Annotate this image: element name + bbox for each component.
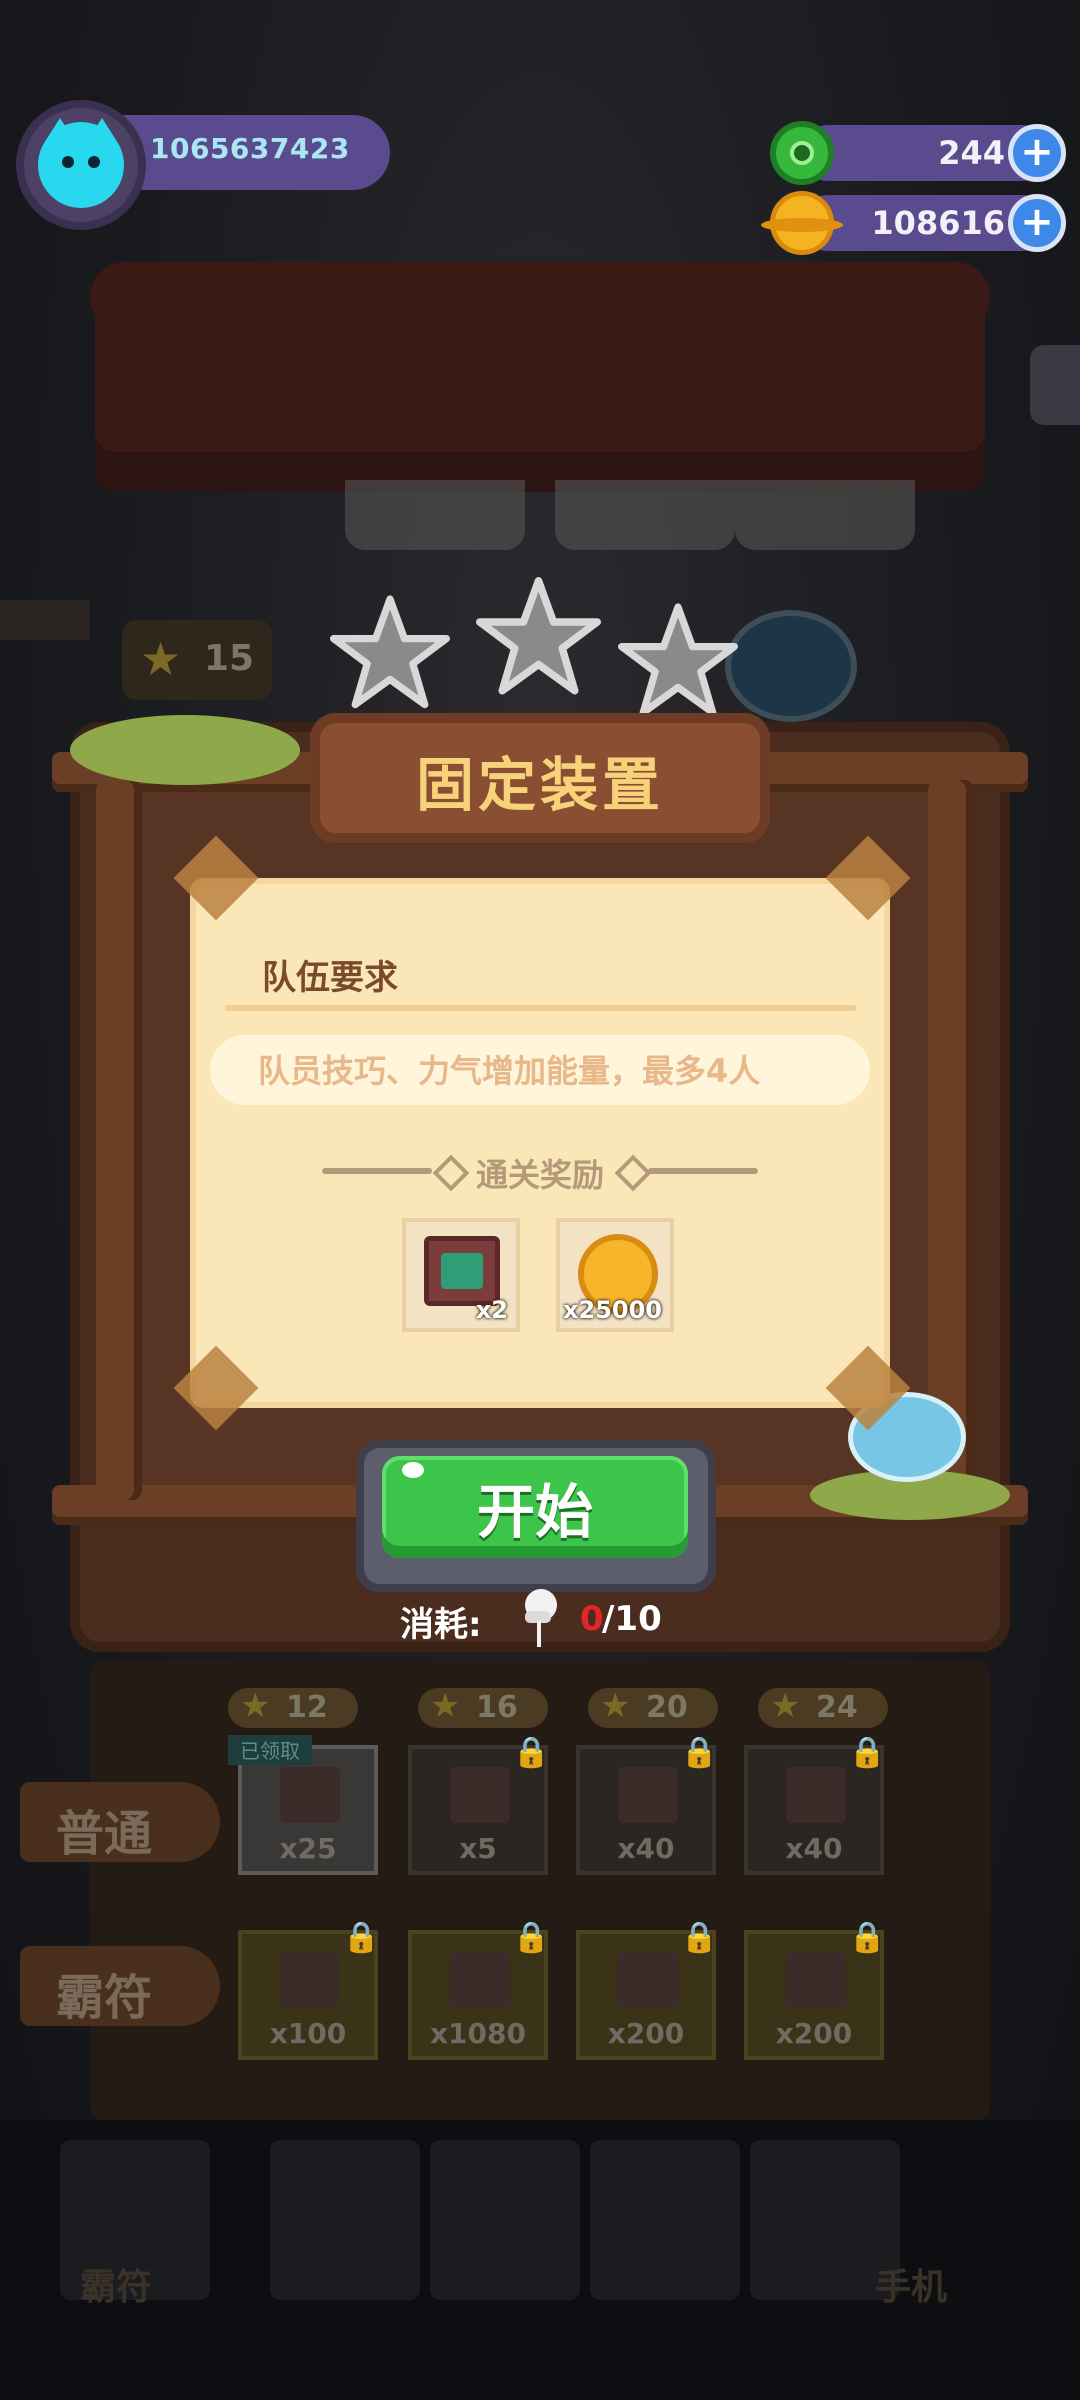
slot-qty: x25 (279, 1832, 337, 1865)
nav-item[interactable] (590, 2140, 740, 2300)
claimed-tag: 已领取 (228, 1735, 312, 1765)
dialog-title: 固定装置 (415, 751, 664, 819)
slot-qty: x1080 (430, 2017, 526, 2050)
right-post (928, 780, 974, 1500)
shop-roof (95, 262, 985, 492)
shelf (0, 600, 90, 640)
ticket-icon (280, 1767, 340, 1823)
consume-used: 0 (580, 1599, 604, 1639)
requirement-title: 队伍要求 (262, 958, 398, 998)
roof-curl-left (90, 262, 210, 332)
fishbowl-decor (725, 610, 857, 722)
rewards-line-right (648, 1168, 758, 1174)
slot-qty: x200 (775, 2017, 853, 2050)
reward-slot[interactable]: 🔒 x40 (576, 1735, 718, 1875)
gem-count: 244 (938, 134, 1005, 172)
slot-qty: x40 (785, 1832, 843, 1865)
tier-star-badge: ★ 12 (228, 1686, 358, 1728)
ticket-icon (786, 1952, 846, 2008)
tier-star-count: 20 (646, 1690, 688, 1725)
ticket-icon (786, 1767, 846, 1823)
moss-decor (70, 715, 300, 785)
start-button-label[interactable]: 开始 (382, 1465, 688, 1549)
nav-item[interactable] (270, 2140, 420, 2300)
tier-star-badge: ★ 20 (588, 1686, 718, 1728)
player-id: 1065637423 (150, 132, 350, 165)
tier-star-badge: ★ 16 (418, 1686, 548, 1728)
reward-item-coin[interactable]: x25000 (556, 1218, 674, 1332)
row-label-premium: 霸符 (20, 1946, 220, 2026)
lock-icon: 🔒 (512, 1735, 550, 1770)
nav-item[interactable] (430, 2140, 580, 2300)
reward-item-ticket[interactable]: x2 (402, 1218, 520, 1332)
nav-label-right[interactable]: 手机 (875, 2258, 947, 2310)
row-label-text: 霸符 (56, 1970, 153, 2026)
star-icon: ★ (140, 632, 182, 686)
tier-star-count: 16 (476, 1690, 518, 1725)
roof-curl-right (870, 262, 990, 332)
row-label-normal: 普通 (20, 1782, 220, 1862)
add-gems-button[interactable]: + (1008, 124, 1066, 182)
lock-icon: 🔒 (680, 1920, 718, 1955)
star-icon: ★ (600, 1686, 631, 1726)
slot-qty: x5 (459, 1832, 497, 1865)
awning-panel (735, 480, 915, 550)
avatar-eye (88, 156, 100, 168)
lock-icon: 🔒 (680, 1735, 718, 1770)
lock-icon: 🔒 (848, 1920, 886, 1955)
ticket-icon (618, 1952, 678, 2008)
requirement-desc: 队员技巧、力气增加能量，最多4人 (258, 1052, 761, 1090)
slot-qty: x100 (269, 2017, 347, 2050)
reward-slot[interactable]: 🔒 x1080 (408, 1920, 550, 2060)
reward-slot[interactable]: 🔒 x200 (744, 1920, 886, 2060)
lock-icon: 🔒 (512, 1920, 550, 1955)
star-empty-1 (330, 588, 450, 728)
avatar[interactable] (38, 118, 124, 208)
reward-slot[interactable]: 🔒 x100 (238, 1920, 380, 2060)
reward-qty: x25000 (563, 1296, 662, 1324)
reward-slot[interactable]: 🔒 x200 (576, 1920, 718, 2060)
lock-icon: 🔒 (342, 1920, 380, 1955)
reward-slot[interactable]: 🔒 x40 (744, 1735, 886, 1875)
avatar-ear (46, 118, 74, 140)
pin-icon (515, 1585, 563, 1647)
awning-panel (555, 480, 735, 550)
rewards-line-left (322, 1168, 432, 1174)
divider-line (225, 1005, 857, 1011)
coin-icon (761, 191, 843, 255)
slot-qty: x40 (617, 1832, 675, 1865)
star-empty-2 (476, 572, 601, 712)
side-tab-button[interactable] (1030, 345, 1080, 425)
gem-icon (770, 121, 834, 185)
star-icon: ★ (770, 1686, 801, 1726)
gem-icon (450, 1952, 510, 2008)
row-label-text: 普通 (56, 1806, 153, 1862)
add-coins-button[interactable]: + (1008, 194, 1066, 252)
ticket-icon (280, 1952, 340, 2008)
cucumber-icon (450, 1767, 510, 1823)
avatar-eye (62, 156, 74, 168)
awning-panel (345, 480, 525, 550)
coin-count: 108616 (871, 204, 1005, 242)
reward-qty: x2 (475, 1296, 508, 1324)
consume-label: 消耗: (400, 1605, 482, 1645)
tier-star-badge: ★ 24 (758, 1686, 888, 1728)
left-post (96, 780, 142, 1500)
star-icon: ★ (430, 1686, 461, 1726)
tier-star-count: 24 (816, 1690, 858, 1725)
level-star-count: 15 (204, 638, 255, 679)
slot-qty: x200 (607, 2017, 685, 2050)
consume-total: /10 (602, 1599, 662, 1639)
level-star-badge: ★ 15 (122, 620, 272, 700)
reward-slot[interactable]: 🔒 x5 (408, 1735, 550, 1875)
ticket-icon (618, 1767, 678, 1823)
star-icon: ★ (240, 1686, 271, 1726)
lock-icon: 🔒 (848, 1735, 886, 1770)
avatar-ear (88, 118, 116, 140)
tier-star-count: 12 (286, 1690, 328, 1725)
nav-label-left[interactable]: 霸符 (80, 2258, 152, 2310)
